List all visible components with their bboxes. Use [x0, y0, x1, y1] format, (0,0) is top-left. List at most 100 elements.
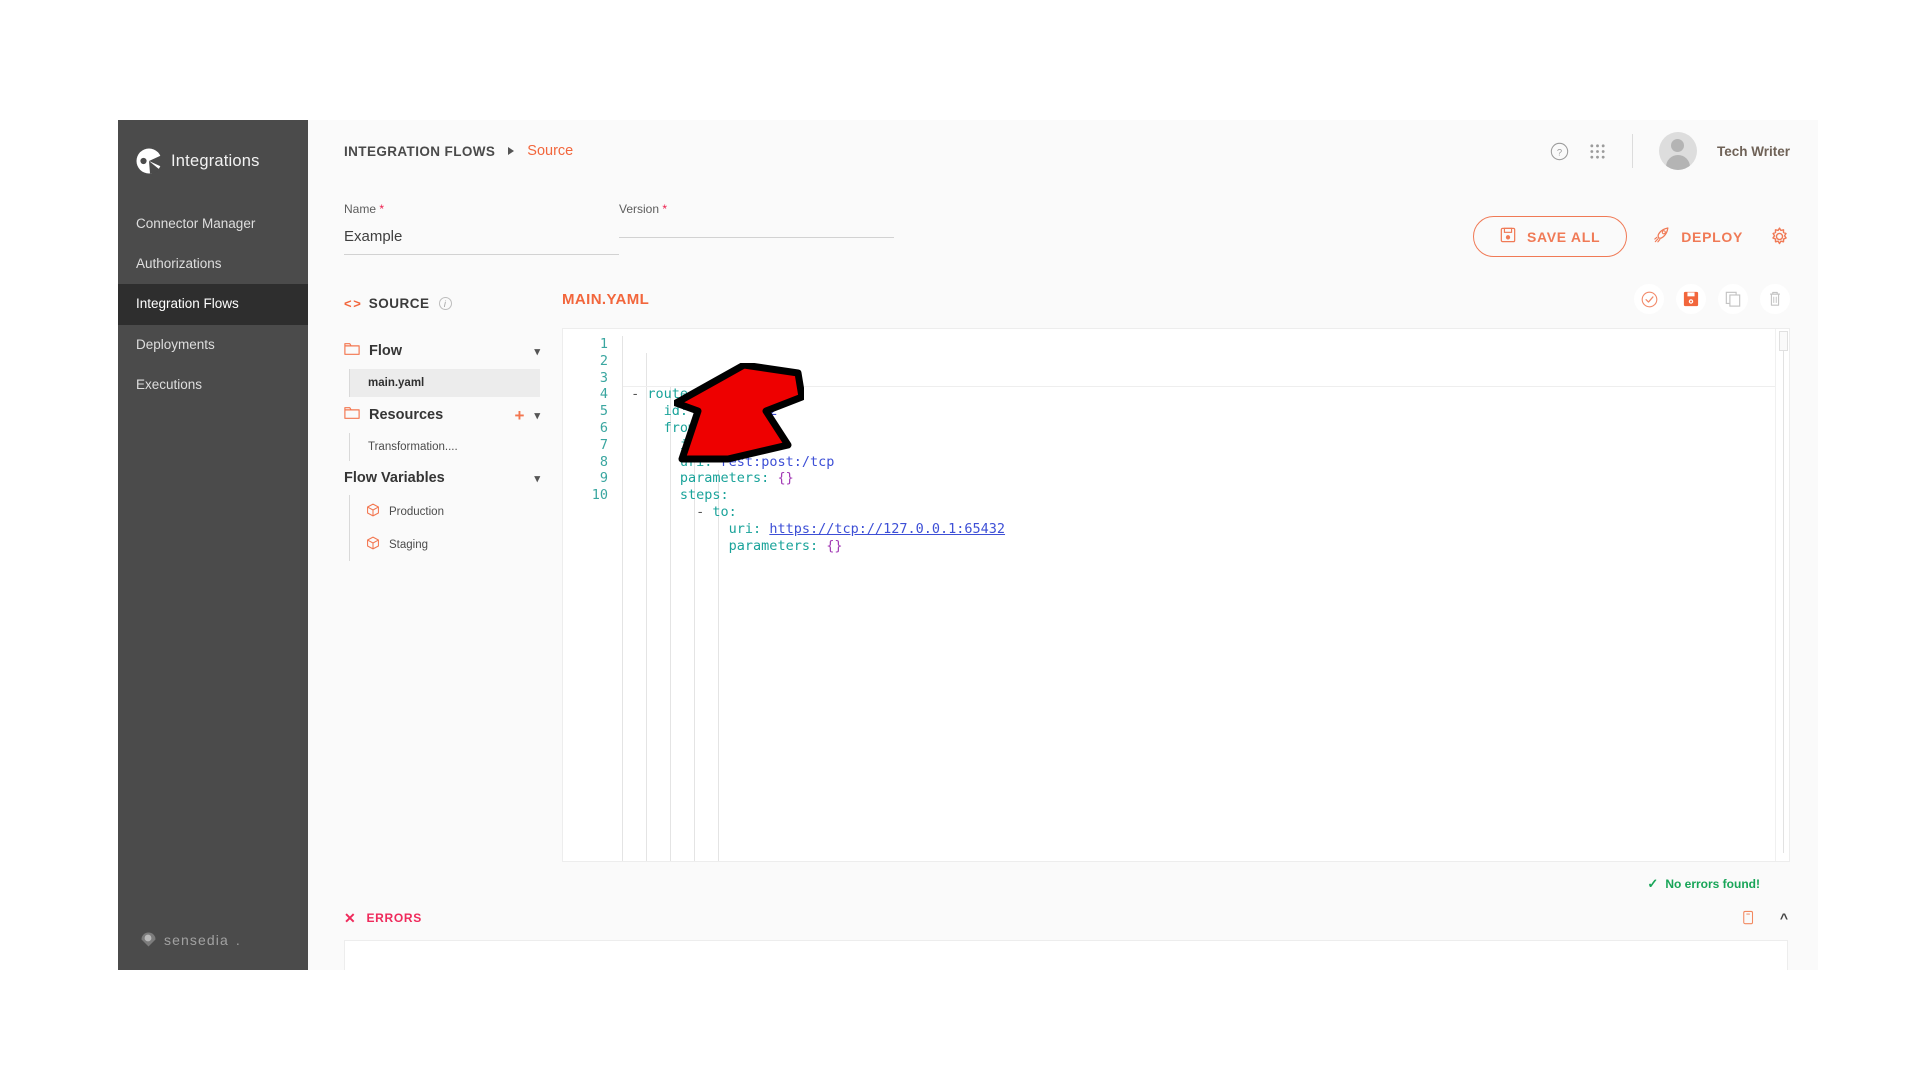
save-floppy-icon[interactable] — [1676, 284, 1706, 314]
sidebar-item-connector-manager[interactable]: Connector Manager — [118, 204, 308, 244]
name-input[interactable]: Example — [344, 216, 619, 255]
code-key-token: steps: — [679, 487, 729, 504]
topbar-actions: ? Tech Writer — [1550, 132, 1790, 170]
brand-logo[interactable]: Integrations — [118, 120, 308, 204]
tree-item-production[interactable]: Production — [350, 495, 540, 528]
code-vertical-scrollbar[interactable] — [1775, 329, 1789, 861]
save-all-label: SAVE ALL — [1526, 228, 1601, 245]
plus-icon[interactable]: + — [515, 407, 525, 424]
user-name: Tech Writer — [1716, 143, 1790, 159]
sidebar-item-executions[interactable]: Executions — [118, 365, 308, 405]
tree-item-production-label: Production — [389, 505, 444, 518]
sidebar-item-authorizations[interactable]: Authorizations — [118, 244, 308, 284]
code-editor-body: 1 2 3 4 5 6 7 8 9 10 - route: id: route-2262 from… — [563, 329, 1775, 861]
errors-toggle[interactable]: ✕ ERRORS — [344, 910, 422, 927]
code-line-number: 8 — [599, 453, 608, 470]
code-list-dash: - — [696, 503, 713, 520]
code-uri-link[interactable]: https://tcp://127.0.0.1:65432 — [769, 521, 1005, 537]
sensedia-footer-logo: sensedia . — [118, 931, 308, 970]
code-line: id: route-2262 — [623, 403, 1775, 420]
brand-name: Integrations — [171, 151, 260, 170]
code-line-number: 4 — [599, 386, 608, 403]
editor-column: MAIN.YAML 1 2 3 4 5 6 7 8 9 10 - route: … — [540, 278, 1818, 896]
sidebar-item-integration-flows[interactable]: Integration Flows — [118, 284, 308, 325]
version-field-group: Version * — [619, 202, 894, 255]
source-tree-title: SOURCE — [368, 296, 430, 311]
info-circle-icon[interactable]: i — [438, 297, 452, 310]
name-field-label: Name * — [344, 202, 619, 216]
editor-header: MAIN.YAML — [562, 278, 1790, 328]
check-icon: ✓ — [1647, 875, 1659, 891]
workspace: < > SOURCE i Flow ▾ main.yaml Resources … — [308, 278, 1818, 896]
apps-grid-icon[interactable] — [1589, 143, 1606, 160]
tree-group-flow-label: Flow — [369, 343, 403, 359]
deploy-button[interactable]: DEPLOY — [1653, 226, 1743, 247]
floppy-disk-icon — [1500, 227, 1516, 246]
code-list-dash: - — [631, 386, 648, 403]
integrations-app-window: Integrations Connector Manager Authoriza… — [118, 120, 1818, 970]
code-line-number: 10 — [591, 487, 608, 504]
topbar-divider — [1631, 134, 1633, 168]
validate-check-icon[interactable] — [1634, 284, 1664, 314]
help-circle-icon[interactable]: ? — [1550, 142, 1569, 161]
code-text-area[interactable]: - route: id: route-2262 from: id: from-4… — [621, 336, 1775, 861]
tree-group-resources[interactable]: Resources + ▾ — [344, 397, 540, 433]
code-line-number: 9 — [599, 470, 608, 487]
copy-icon[interactable] — [1742, 910, 1756, 926]
errors-panel — [344, 940, 1788, 970]
version-required-marker: * — [662, 202, 668, 216]
tree-item-staging[interactable]: Staging — [350, 528, 540, 561]
code-line-number: 3 — [599, 369, 608, 386]
code-line: parameters: {} — [623, 470, 1775, 487]
sidebar-item-deployments[interactable]: Deployments — [118, 325, 308, 365]
source-tree-panel: < > SOURCE i Flow ▾ main.yaml Resources … — [344, 278, 540, 896]
editor-file-title: MAIN.YAML — [562, 290, 650, 308]
version-input[interactable] — [619, 216, 894, 238]
copy-icon[interactable] — [1718, 284, 1748, 314]
tree-group-flow[interactable]: Flow ▾ — [344, 333, 540, 369]
code-value-token: rest:post:/tcp — [712, 453, 835, 470]
code-key-token: parameters: — [679, 470, 770, 487]
code-line: uri: https://tcp://127.0.0.1:65432 — [623, 521, 1775, 538]
name-required-marker: * — [379, 202, 385, 216]
sensedia-dot: . — [235, 931, 240, 948]
svg-text:?: ? — [1557, 147, 1562, 158]
flow-actions: SAVE ALL DEPLOY — [1472, 202, 1790, 257]
code-line-numbers: 1 2 3 4 5 6 7 8 9 10 — [563, 336, 621, 861]
tree-children-resources: Transformation.... — [349, 433, 540, 461]
code-line: from: — [623, 420, 1775, 437]
no-errors-text: No errors found! — [1665, 876, 1760, 891]
code-editor[interactable]: 1 2 3 4 5 6 7 8 9 10 - route: id: route-2262 from… — [562, 328, 1790, 862]
code-line-number: 6 — [599, 419, 608, 436]
tree-item-transformation[interactable]: Transformation.... — [350, 433, 540, 461]
errors-bar: ✕ ERRORS ^ — [308, 896, 1818, 940]
rocket-icon — [1653, 226, 1671, 247]
code-line: uri: rest:post:/tcp — [623, 454, 1775, 471]
scrollbar-thumb[interactable] — [1779, 331, 1788, 351]
code-value-token: {} — [769, 470, 794, 487]
code-value-token: {} — [818, 537, 843, 554]
breadcrumb-integration-flows[interactable]: INTEGRATION FLOWS — [344, 144, 495, 159]
tree-group-flow-variables[interactable]: Flow Variables ▾ — [344, 461, 540, 495]
tree-children-flow: main.yaml — [349, 369, 540, 397]
version-label-text: Version — [619, 202, 660, 216]
tree-item-main-yaml[interactable]: main.yaml — [350, 369, 540, 397]
chevron-up-icon[interactable]: ^ — [1780, 910, 1788, 926]
code-key-token: from: — [663, 419, 705, 436]
user-avatar-icon[interactable] — [1658, 132, 1697, 170]
breadcrumb: INTEGRATION FLOWS Source — [344, 143, 573, 159]
trash-icon[interactable] — [1760, 284, 1790, 314]
breadcrumb-source[interactable]: Source — [527, 143, 573, 159]
gear-icon[interactable] — [1769, 226, 1790, 247]
save-all-button[interactable]: SAVE ALL — [1472, 216, 1628, 257]
tree-children-flow-variables: Production Staging — [349, 495, 540, 561]
flow-form-row: Name * Example Version * SAVE ALL DEPLOY — [308, 182, 1818, 278]
code-line: - to: — [623, 504, 1775, 521]
code-value-token: from-4155 — [704, 436, 786, 453]
errors-bar-tools: ^ — [1742, 910, 1788, 926]
code-line: id: from-4155 — [623, 437, 1775, 454]
